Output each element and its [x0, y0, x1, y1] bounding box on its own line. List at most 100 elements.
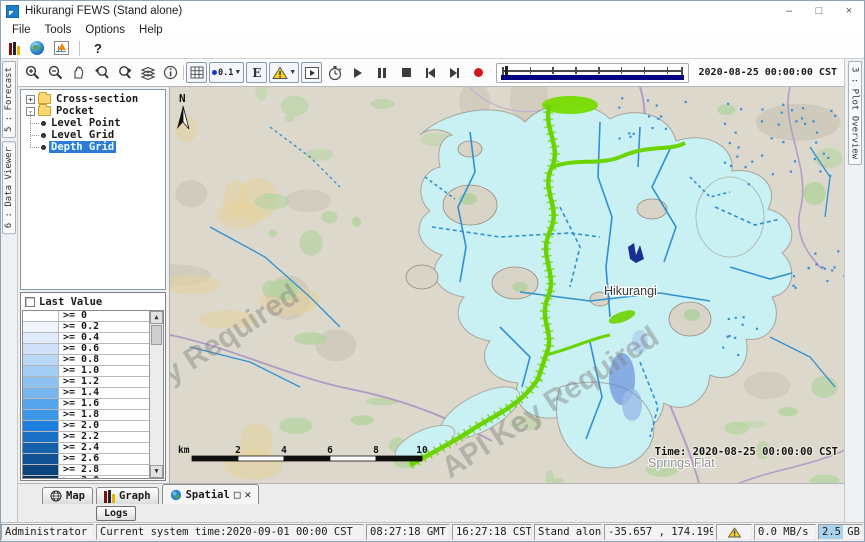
- tree-item-level-point[interactable]: Level Point: [21, 117, 165, 129]
- globe-icon: [170, 489, 182, 501]
- legend-label: >= 2.0: [59, 421, 149, 431]
- tab-graph[interactable]: Graph: [96, 487, 159, 504]
- timer-icon[interactable]: [324, 62, 345, 83]
- bottom-tab-bar: Map Graph Spatial □ ✕: [18, 483, 844, 504]
- tab-maximize-icon[interactable]: □: [234, 490, 241, 500]
- tab-map[interactable]: Map: [42, 487, 93, 504]
- classbreak-scale-dropdown[interactable]: 0.1 ▼: [209, 62, 244, 83]
- legend-label: >= 2.2: [59, 432, 149, 442]
- close-button[interactable]: ×: [834, 1, 864, 21]
- time-slider-period-bar: [501, 75, 683, 80]
- map-canvas[interactable]: API Key Required API Key Required N Hiku…: [170, 87, 844, 483]
- legend-label: >= 1.2: [59, 377, 149, 387]
- legend-swatch: [23, 311, 59, 321]
- play-button[interactable]: [347, 63, 369, 83]
- legend-label: >= 0.2: [59, 322, 149, 332]
- scroll-up-icon[interactable]: ▲: [150, 311, 163, 324]
- menu-options[interactable]: Options: [78, 24, 132, 36]
- title-bar: Hikurangi FEWS (Stand alone) – □ ×: [1, 1, 864, 21]
- layers-icon[interactable]: [137, 62, 158, 83]
- time-slider-tick: [575, 67, 577, 74]
- legend-scrollbar[interactable]: ▲ ▼: [149, 311, 163, 478]
- help-button[interactable]: ?: [90, 41, 106, 56]
- left-panel: + Cross-section - Pocket Level Point: [18, 87, 170, 483]
- labels-toggle-button[interactable]: E: [246, 62, 267, 83]
- tree-item-pocket[interactable]: - Pocket: [21, 105, 165, 117]
- left-tab-strip: 5 : Forecast 6 : Data Viewer: [1, 59, 18, 522]
- main-toolbar: ?: [1, 38, 864, 59]
- legend-swatch: [23, 454, 59, 464]
- legend-swatch: [23, 465, 59, 475]
- warning-triangle-icon: [272, 66, 288, 80]
- minimize-button[interactable]: –: [774, 1, 804, 21]
- legend-label: >= 0: [59, 311, 149, 321]
- toolbar-separator: [183, 65, 184, 80]
- skip-to-start-button[interactable]: [419, 63, 441, 83]
- zoom-previous-icon[interactable]: [91, 62, 112, 83]
- time-slider-tick: [644, 67, 646, 74]
- skip-to-end-button[interactable]: [443, 63, 465, 83]
- scroll-down-icon[interactable]: ▼: [150, 465, 163, 478]
- tree-item-depth-grid[interactable]: Depth Grid: [21, 141, 165, 153]
- legend-swatch: [23, 388, 59, 398]
- thresholds-dropdown[interactable]: ▼: [269, 62, 299, 83]
- svg-text:8: 8: [373, 445, 379, 456]
- maximize-button[interactable]: □: [804, 1, 834, 21]
- animation-button[interactable]: [301, 62, 322, 83]
- menu-help[interactable]: Help: [132, 24, 170, 36]
- map-globe-icon[interactable]: [30, 41, 44, 55]
- menu-file[interactable]: File: [5, 24, 38, 36]
- legend-label: >= 0.8: [59, 355, 149, 365]
- tab-spatial[interactable]: Spatial □ ✕: [162, 484, 260, 504]
- legend-swatch: [23, 355, 59, 365]
- tree-item-label[interactable]: Level Point: [49, 117, 123, 129]
- status-warning[interactable]: [716, 524, 752, 540]
- bullet-icon: [41, 145, 46, 150]
- tab-forecast[interactable]: 5 : Forecast: [2, 61, 16, 138]
- tree-item-label[interactable]: Pocket: [54, 105, 96, 117]
- legend-swatch: [23, 476, 59, 479]
- window-title: Hikurangi FEWS (Stand alone): [25, 5, 182, 17]
- record-button[interactable]: [467, 63, 489, 83]
- tree-item-label[interactable]: Level Grid: [49, 129, 116, 141]
- tree-item-label-selected[interactable]: Depth Grid: [49, 141, 116, 153]
- legend-row: >= 3.0: [23, 476, 149, 479]
- legend-swatch: [23, 443, 59, 453]
- zoom-in-icon[interactable]: [22, 62, 43, 83]
- tab-label: Spatial: [186, 489, 230, 501]
- map-time-label: Time: 2020-08-25 00:00:00 CST: [655, 446, 838, 458]
- zoom-next-icon[interactable]: [114, 62, 135, 83]
- tab-plot-overview[interactable]: 3 : Plot Overview: [848, 61, 862, 165]
- menu-tools[interactable]: Tools: [38, 24, 79, 36]
- timeseries-display-icon[interactable]: [54, 41, 69, 55]
- map-view[interactable]: API Key Required API Key Required N Hiku…: [170, 87, 844, 483]
- stop-button[interactable]: [395, 63, 417, 83]
- time-slider-tick: [530, 67, 532, 74]
- explorer-barchart-icon[interactable]: [9, 42, 20, 55]
- legend-swatch: [23, 432, 59, 442]
- tree-item-level-grid[interactable]: Level Grid: [21, 129, 165, 141]
- status-user: Administrator: [1, 524, 94, 540]
- chevron-down-icon: ▼: [234, 69, 241, 76]
- legend-swatch: [23, 410, 59, 420]
- status-system-time: Current system time:2020-09-01 00:00 CST: [96, 524, 364, 540]
- svg-text:2: 2: [235, 445, 241, 456]
- time-slider[interactable]: [496, 63, 688, 83]
- zoom-out-icon[interactable]: [45, 62, 66, 83]
- pause-button[interactable]: [371, 63, 393, 83]
- tab-close-icon[interactable]: ✕: [244, 490, 251, 500]
- tab-label: Graph: [119, 490, 151, 502]
- scroll-thumb[interactable]: [151, 325, 162, 345]
- tab-data-viewer[interactable]: 6 : Data Viewer: [2, 141, 16, 234]
- grid-display-button[interactable]: [186, 62, 207, 83]
- info-icon[interactable]: [160, 62, 181, 83]
- last-value-checkbox[interactable]: [25, 297, 35, 307]
- logs-button[interactable]: Logs: [96, 506, 136, 521]
- status-rate: 0.0 MB/s: [754, 524, 816, 540]
- pan-hand-icon[interactable]: [68, 62, 89, 83]
- labels-e-icon: E: [252, 66, 261, 80]
- toolbar-separator: [79, 41, 80, 56]
- tree-item-label[interactable]: Cross-section: [54, 93, 140, 105]
- expand-icon[interactable]: +: [26, 95, 35, 104]
- legend-swatch: [23, 333, 59, 343]
